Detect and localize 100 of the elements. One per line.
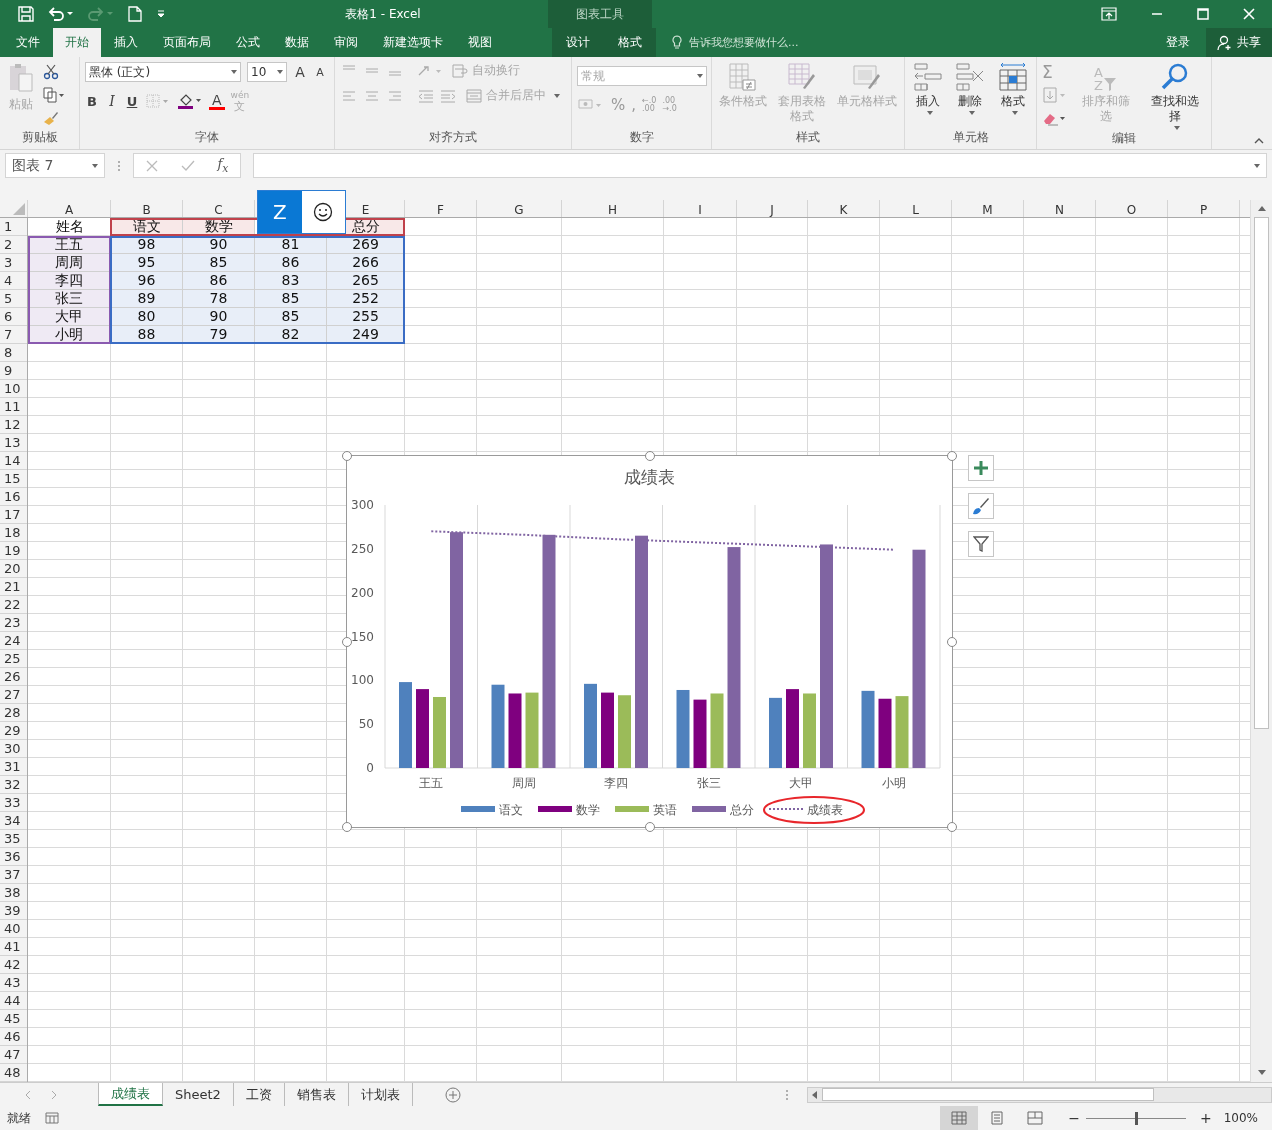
sheet-tab[interactable]: 成绩表 (98, 1083, 163, 1106)
column-header[interactable]: C (214, 203, 223, 217)
row-header[interactable]: 45 (0, 1010, 27, 1028)
row-header[interactable]: 6 (0, 308, 27, 326)
scroll-down-icon[interactable] (1257, 1070, 1266, 1076)
resize-handle[interactable] (644, 822, 655, 832)
row-header[interactable]: 47 (0, 1046, 27, 1064)
row-header[interactable]: 21 (0, 578, 27, 596)
row-header[interactable]: 30 (0, 740, 27, 758)
column-header[interactable]: H (608, 203, 617, 217)
next-sheet-icon[interactable] (50, 1089, 58, 1100)
sign-in-link[interactable]: 登录 (1166, 34, 1190, 51)
row-header[interactable]: 35 (0, 830, 27, 848)
row-header[interactable]: 29 (0, 722, 27, 740)
tell-me-field[interactable]: 告诉我您想要做什么... (687, 35, 991, 50)
cells-button[interactable]: 插入 (910, 62, 947, 115)
vertical-scrollbar[interactable] (1250, 200, 1272, 1082)
column-header[interactable]: M (982, 203, 993, 217)
column-header[interactable]: K (839, 203, 848, 217)
row-header[interactable]: 12 (0, 416, 27, 434)
row-header[interactable]: 36 (0, 848, 27, 866)
undo-icon[interactable] (48, 6, 74, 22)
row-header[interactable]: 18 (0, 524, 27, 542)
row-header[interactable]: 46 (0, 1028, 27, 1046)
find-select-button[interactable]: 查找和选择 (1143, 62, 1206, 130)
row-header[interactable]: 10 (0, 380, 27, 398)
row-header[interactable]: 25 (0, 650, 27, 668)
chart-filters-button[interactable] (968, 531, 994, 557)
horizontal-scrollbar[interactable] (806, 1086, 1272, 1103)
macro-record-icon[interactable] (45, 1112, 59, 1124)
chart-elements-button[interactable] (968, 455, 994, 481)
row-header[interactable]: 3 (0, 254, 27, 272)
resize-handle[interactable] (644, 451, 655, 461)
resize-handle[interactable] (947, 822, 957, 832)
scroll-left-icon[interactable] (811, 1090, 818, 1099)
close-icon[interactable] (1243, 8, 1255, 20)
column-header[interactable]: P (1199, 203, 1208, 217)
row-header[interactable]: 33 (0, 794, 27, 812)
column-header[interactable]: N (1055, 203, 1064, 217)
menu-tab[interactable]: 新建选项卡 (371, 28, 455, 57)
scroll-thumb[interactable] (1254, 217, 1269, 729)
column-header[interactable]: I (698, 203, 702, 217)
resize-handle[interactable] (342, 636, 352, 647)
row-header[interactable]: 2 (0, 236, 27, 254)
zoom-in-button[interactable]: + (1199, 1110, 1212, 1126)
menu-tab[interactable]: 页面布局 (151, 28, 223, 57)
column-header[interactable]: A (64, 203, 74, 217)
row-header[interactable]: 19 (0, 542, 27, 560)
row-header[interactable]: 9 (0, 362, 27, 380)
row-header[interactable]: 16 (0, 488, 27, 506)
name-box[interactable]: 图表 7 (5, 153, 105, 178)
scroll-up-icon[interactable] (1257, 205, 1266, 211)
bold-button[interactable]: B (85, 93, 99, 109)
font-color-button[interactable]: A (209, 92, 225, 110)
row-header[interactable]: 42 (0, 956, 27, 974)
row-header[interactable]: 31 (0, 758, 27, 776)
menu-tab[interactable]: 格式 (610, 28, 650, 57)
font-name-field[interactable]: 黑体 (正文) (85, 62, 241, 82)
menu-tab[interactable]: 开始 (53, 28, 101, 57)
row-header[interactable]: 7 (0, 326, 27, 344)
italic-button[interactable]: I (105, 93, 119, 109)
previous-sheet-icon[interactable] (24, 1089, 32, 1100)
select-all-icon[interactable] (13, 203, 25, 215)
resize-handle[interactable] (947, 636, 957, 647)
row-header[interactable]: 27 (0, 686, 27, 704)
format-painter-icon[interactable] (43, 110, 59, 126)
row-header[interactable]: 20 (0, 560, 27, 578)
save-icon[interactable] (18, 6, 34, 22)
row-header[interactable]: 32 (0, 776, 27, 794)
row-header[interactable]: 39 (0, 902, 27, 920)
customize-caret-icon[interactable] (156, 9, 166, 19)
row-header[interactable]: 22 (0, 596, 27, 614)
collapse-ribbon-icon[interactable] (1254, 137, 1264, 145)
row-header[interactable]: 24 (0, 632, 27, 650)
row-header[interactable]: 13 (0, 434, 27, 452)
share-button[interactable]: 共享 (1206, 28, 1272, 57)
zoom-out-button[interactable]: − (1068, 1110, 1080, 1126)
column-header[interactable]: L (912, 203, 919, 217)
menu-tab[interactable]: 插入 (102, 28, 150, 57)
chart-styles-button[interactable] (968, 493, 994, 519)
menu-tab[interactable]: 审阅 (322, 28, 370, 57)
cells-button[interactable]: 删除 (952, 62, 989, 115)
underline-button[interactable]: U (125, 93, 139, 109)
menu-tab[interactable]: 视图 (456, 28, 504, 57)
row-header[interactable]: 43 (0, 974, 27, 992)
font-size-field[interactable]: 10 (247, 62, 287, 82)
row-header[interactable]: 11 (0, 398, 27, 416)
fill-color-icon[interactable] (177, 92, 203, 110)
row-header[interactable]: 40 (0, 920, 27, 938)
column-header[interactable]: E (361, 203, 370, 217)
resize-handle[interactable] (947, 451, 957, 461)
row-header[interactable]: 26 (0, 668, 27, 686)
row-header[interactable]: 37 (0, 866, 27, 884)
resize-handle[interactable] (342, 451, 352, 461)
add-sheet-icon[interactable] (444, 1086, 461, 1103)
redo-icon[interactable] (88, 6, 114, 22)
view-button[interactable] (940, 1106, 979, 1130)
row-header[interactable]: 44 (0, 992, 27, 1010)
row-header[interactable]: 28 (0, 704, 27, 722)
row-header[interactable]: 41 (0, 938, 27, 956)
